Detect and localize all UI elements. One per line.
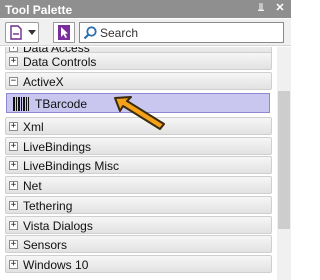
collapse-icon[interactable]: − (9, 77, 18, 86)
component-label: TBarcode (35, 97, 88, 111)
category-label: Windows 10 (23, 258, 89, 272)
category-label: Xml (23, 120, 44, 134)
barcode-icon (13, 97, 29, 111)
expand-icon[interactable]: + (9, 161, 18, 170)
search-icon (83, 26, 97, 40)
category-sensors[interactable]: + Sensors (5, 235, 272, 253)
category-livebindings-misc[interactable]: + LiveBindings Misc (5, 156, 272, 174)
expand-icon[interactable]: + (9, 240, 18, 249)
category-label: Net (23, 179, 42, 193)
window-titlebar: Tool Palette ⫫ ✕ (0, 0, 291, 18)
document-icon (10, 25, 22, 40)
category-label: ActiveX (23, 75, 64, 89)
search-input[interactable] (100, 24, 280, 41)
expand-icon[interactable]: + (9, 142, 18, 151)
category-tethering[interactable]: + Tethering (5, 196, 272, 214)
category-label: LiveBindings (23, 140, 92, 154)
category-label: Vista Dialogs (23, 219, 93, 233)
vertical-scrollbar[interactable] (277, 47, 291, 280)
chevron-down-icon (28, 30, 36, 35)
expand-icon[interactable]: + (9, 221, 18, 230)
search-box (79, 22, 284, 43)
window-title: Tool Palette (5, 3, 73, 17)
expand-icon[interactable]: + (9, 122, 18, 131)
cursor-button[interactable] (53, 22, 75, 43)
category-label: Data Controls (23, 55, 97, 69)
expand-icon[interactable]: + (9, 181, 18, 190)
palette-list: + Data Access + Data Controls − ActiveX … (5, 47, 272, 280)
orange-arrow-icon (114, 96, 165, 130)
category-vista-dialogs[interactable]: + Vista Dialogs (5, 216, 272, 234)
category-activex[interactable]: − ActiveX (5, 72, 272, 90)
category-label: LiveBindings Misc (23, 159, 120, 173)
category-data-controls[interactable]: + Data Controls (5, 52, 272, 70)
expand-icon[interactable]: + (9, 57, 18, 66)
toolbar (0, 19, 291, 46)
category-windows-10[interactable]: + Windows 10 (5, 255, 272, 273)
expand-icon[interactable]: + (9, 201, 18, 210)
category-livebindings[interactable]: + LiveBindings (5, 137, 272, 155)
scrollbar-thumb[interactable] (278, 91, 290, 229)
category-label: Sensors (23, 238, 68, 252)
category-label: Tethering (23, 199, 73, 213)
cursor-icon (58, 25, 70, 40)
categories-button[interactable] (5, 22, 39, 43)
category-net[interactable]: + Net (5, 176, 272, 194)
close-icon[interactable]: ✕ (274, 2, 286, 15)
pin-icon[interactable]: ⫫ (255, 2, 267, 15)
expand-icon[interactable]: + (9, 260, 18, 269)
